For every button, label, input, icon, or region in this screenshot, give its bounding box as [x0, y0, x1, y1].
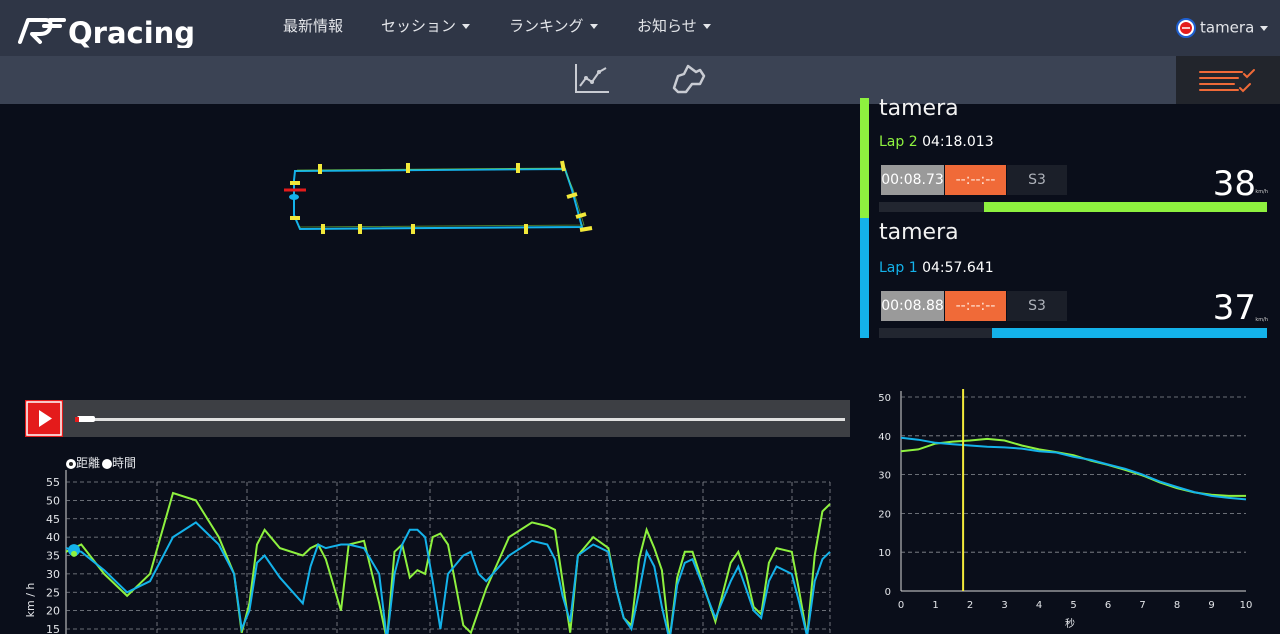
y-tick-label: 35 [46, 550, 60, 563]
y-tick-label: 20 [878, 509, 891, 520]
sector-3-time: S3 [1007, 291, 1067, 321]
y-tick-label: 10 [878, 548, 891, 559]
lap-card-1[interactable]: tamera Lap 2 04:18.013 00:08.73 --:--:--… [860, 96, 1280, 218]
speed-series-line [65, 521, 831, 634]
x-tick-label: 1 [932, 600, 938, 611]
chevron-down-icon [702, 24, 711, 29]
nav-news-label: 最新情報 [283, 17, 344, 35]
sector-markers [290, 160, 593, 234]
replay-scrubber[interactable] [75, 418, 845, 421]
track-map [284, 160, 593, 234]
lap-time: 04:18.013 [922, 134, 994, 150]
x-axis-mode: 距離 時間 [66, 454, 136, 471]
sector-1-time: 00:08.88 [881, 291, 944, 321]
y-tick-label: 15 [46, 623, 60, 634]
user-name: tamera [1200, 18, 1255, 37]
lap-label: Lap 2 [879, 134, 918, 150]
y-axis-label: km / h [24, 583, 37, 618]
speed-series-line [900, 436, 1247, 501]
x-tick-label: 2 [967, 600, 973, 611]
time-label: 時間 [112, 456, 137, 470]
lap-info: Lap 2 04:18.013 [879, 134, 994, 150]
x-tick-label: 5 [1070, 600, 1076, 611]
nav-news[interactable]: 最新情報 [283, 15, 343, 36]
x-tick-label: 10 [1240, 600, 1253, 611]
nav-session-label: セッション [381, 17, 457, 35]
x-tick-label: 3 [1001, 600, 1007, 611]
distance-radio[interactable] [66, 458, 76, 469]
car-position-marker [289, 194, 299, 200]
speed-unit: km/h [1255, 317, 1268, 323]
y-tick-label: 50 [878, 393, 891, 404]
lap-color-bar [860, 98, 869, 218]
time-radio[interactable] [102, 458, 113, 469]
scrubber-progress [75, 417, 79, 422]
scrubber-handle[interactable] [77, 416, 95, 422]
lap-info: Lap 1 04:57.641 [879, 260, 994, 276]
user-avatar-icon [1176, 18, 1196, 38]
y-tick-label: 25 [46, 586, 60, 599]
speed-distance-chart: km / h 15 20 25 30 35 40 45 50 55 [24, 470, 831, 634]
lap-card-2[interactable]: tamera Lap 1 04:57.641 00:08.88 --:--:--… [860, 218, 1280, 338]
sector-2-time: --:--:-- [945, 165, 1006, 195]
y-tick-label: 55 [46, 476, 60, 489]
speed-series-line [900, 437, 1246, 497]
current-position-marker [71, 550, 77, 557]
chevron-down-icon [589, 24, 598, 29]
y-tick-label: 30 [878, 471, 891, 482]
y-tick-label: 30 [46, 568, 60, 581]
speed-unit: km/h [1255, 189, 1268, 195]
chevron-down-icon [462, 24, 471, 29]
lap-label: Lap 1 [879, 260, 918, 276]
x-tick-label: 4 [1036, 600, 1042, 611]
replay-player [25, 400, 850, 437]
y-tick-label: 50 [46, 494, 60, 507]
top-navbar: Qracing 最新情報 セッション ランキング お知らせ tamera [0, 0, 1280, 56]
line-chart-icon[interactable] [573, 62, 611, 96]
nav-notice-label: お知らせ [637, 17, 697, 35]
x-tick-label: 7 [1139, 600, 1145, 611]
sector-2-time: --:--:-- [945, 291, 1006, 321]
speed-series-line [65, 491, 831, 634]
user-menu[interactable]: tamera [1176, 18, 1269, 38]
sector-1-time: 00:08.73 [881, 165, 944, 195]
lap-progress-fill [983, 202, 1267, 212]
distance-label: 距離 [76, 456, 101, 470]
y-tick-label: 0 [885, 587, 891, 598]
x-tick-label: 8 [1174, 600, 1180, 611]
nav-notice[interactable]: お知らせ [637, 15, 711, 36]
lap-time: 04:57.641 [922, 260, 994, 276]
brand-logo[interactable]: Qracing [14, 12, 220, 48]
y-tick-label: 40 [46, 531, 60, 544]
track-map-icon[interactable] [670, 62, 708, 96]
speed-time-chart: 秒 0 10 20 30 40 50 0 1 2 3 4 5 6 7 8 9 10 [878, 389, 1253, 630]
x-axis-label: 秒 [1065, 617, 1075, 630]
driver-name: tamera [879, 96, 959, 121]
nav-ranking[interactable]: ランキング [509, 15, 598, 36]
y-tick-label: 20 [46, 605, 60, 618]
chevron-down-icon [1260, 25, 1269, 31]
sector-3-time: S3 [1007, 165, 1067, 195]
play-button[interactable] [25, 400, 63, 437]
x-tick-label: 9 [1208, 600, 1214, 611]
x-tick-label: 0 [898, 600, 904, 611]
svg-text:Qracing: Qracing [68, 16, 195, 48]
y-tick-label: 45 [46, 513, 60, 526]
driver-name: tamera [879, 220, 959, 245]
nav-session[interactable]: セッション [381, 15, 471, 36]
lap-list-icon [1199, 69, 1255, 93]
speed-readout: 37 [1212, 288, 1256, 328]
x-tick-label: 6 [1105, 600, 1111, 611]
y-tick-label: 40 [878, 432, 891, 443]
speed-readout: 38 [1212, 164, 1256, 204]
play-icon [26, 401, 62, 436]
nav-ranking-label: ランキング [509, 17, 584, 35]
lap-color-bar [860, 218, 869, 338]
lap-progress-fill [991, 328, 1267, 338]
view-toolbar [0, 56, 1280, 104]
lap-list-toggle[interactable] [1176, 56, 1280, 104]
